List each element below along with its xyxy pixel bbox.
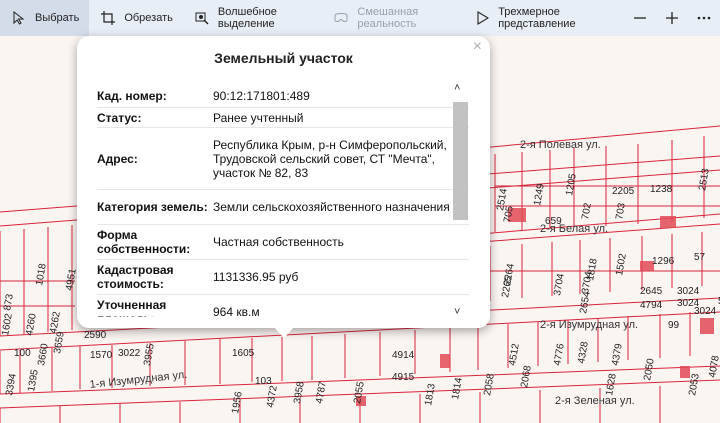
popup-scrollbar[interactable]: ˄ ˅ <box>451 82 469 318</box>
info-value: 964 кв.м <box>213 305 260 317</box>
street-label-polevaya: 2-я Полевая ул. <box>520 139 601 151</box>
parcel-number-label: 4915 <box>392 372 415 383</box>
crop-icon <box>101 11 116 25</box>
view-3d-button[interactable]: Трехмерное представление <box>465 0 624 36</box>
info-label: Статус: <box>97 110 142 125</box>
popup-body[interactable]: Кад. номер: 90:12:171801:489 Статус: Ран… <box>97 84 469 317</box>
info-label: Форма собственности: <box>97 228 191 256</box>
info-value: 1131336.95 руб <box>213 270 299 284</box>
info-value: Ранее учтенный <box>213 110 304 125</box>
zoom-in-icon[interactable] <box>656 0 688 36</box>
info-row-address: Адрес: Республика Крым, р-н Симферопольс… <box>97 128 469 190</box>
parcel-number-label: 4914 <box>392 350 415 361</box>
parcel-number-label: 3024 <box>677 286 700 297</box>
mixed-reality-icon <box>334 11 348 25</box>
scroll-up-icon[interactable]: ˄ <box>454 82 460 94</box>
parcel-number-label: 1238 <box>650 184 673 195</box>
parcel-number-label: 2590 <box>84 330 107 341</box>
select-label: Выбрать <box>35 12 80 24</box>
crop-button[interactable]: Обрезать <box>89 0 183 36</box>
view-3d-label: Трехмерное представление <box>498 6 576 30</box>
info-row-status: Статус: Ранее учтенный <box>97 108 469 128</box>
info-row-area: Уточненная площадь: 964 кв.м <box>97 295 469 317</box>
parcel-number-label: 4794 <box>640 300 663 311</box>
scroll-down-icon[interactable]: ˅ <box>454 306 460 318</box>
popup-pointer <box>273 326 295 338</box>
parcel-number-label: 1296 <box>652 256 675 267</box>
info-row-land-category: Категория земель: Земли сельскохозяйстве… <box>97 190 469 225</box>
info-label: Адрес: <box>97 151 138 166</box>
street-label-izumrudnaya-2: 2-я Изумрудная ул. <box>540 319 638 331</box>
info-row-cadastral-number: Кад. номер: 90:12:171801:489 <box>97 84 469 108</box>
scrollbar-thumb[interactable] <box>453 102 468 220</box>
info-label: Кад. номер: <box>97 88 167 103</box>
popup-title: Земельный участок <box>214 50 353 66</box>
parcel-number-label: 3022 <box>118 348 141 359</box>
info-label: Категория земель: <box>97 200 208 214</box>
parcel-number-label: 1605 <box>232 348 255 359</box>
parcel-number-label: 57 <box>694 252 706 263</box>
info-value: Частная собственность <box>213 235 344 249</box>
parcel-info-popup: × Земельный участок Кад. номер: 90:12:17… <box>77 36 490 328</box>
info-value: 90:12:171801:489 <box>213 88 310 103</box>
parcel-number-label: 2645 <box>640 286 663 297</box>
mixed-reality-label: Смешанная реальность <box>357 6 419 30</box>
parcel-number-label: 3024 <box>694 306 717 317</box>
parcel-number-label: 2205 <box>612 186 635 197</box>
magic-select-button[interactable]: Волшебное выделение <box>183 0 323 36</box>
cursor-icon <box>12 11 26 25</box>
parcel-number-label: 103 <box>255 376 272 387</box>
view-3d-icon <box>477 11 490 25</box>
info-value: Республика Крым, р-н Симферопольский, Тр… <box>213 137 447 180</box>
parcel-number-label: 100 <box>14 348 31 359</box>
parcel-number-label: 99 <box>668 320 680 331</box>
zoom-out-icon[interactable] <box>624 0 656 36</box>
mixed-reality-button[interactable]: Смешанная реальность <box>322 0 465 36</box>
toolbar: Выбрать Обрезать Волшебное выделение Сме… <box>0 0 720 36</box>
crop-label: Обрезать <box>124 12 173 24</box>
parcel-number-label: 1570 <box>90 350 113 361</box>
info-label: Уточненная площадь: <box>97 298 167 317</box>
parcel-number-label: 659 <box>545 216 562 227</box>
magic-select-label: Волшебное выделение <box>217 6 277 30</box>
more-options-icon[interactable] <box>688 0 720 36</box>
magic-select-icon <box>195 11 209 25</box>
select-button[interactable]: Выбрать <box>0 0 90 36</box>
street-label-zelenaya: 2-я Зеленая ул. <box>555 395 635 407</box>
info-label: Кадастровая стоимость: <box>97 263 174 291</box>
info-row-cadastral-value: Кадастровая стоимость: 1131336.95 руб <box>97 260 469 295</box>
info-value: Земли сельскохозяйственного назначения <box>213 200 450 214</box>
info-row-ownership: Форма собственности: Частная собственнос… <box>97 225 469 260</box>
